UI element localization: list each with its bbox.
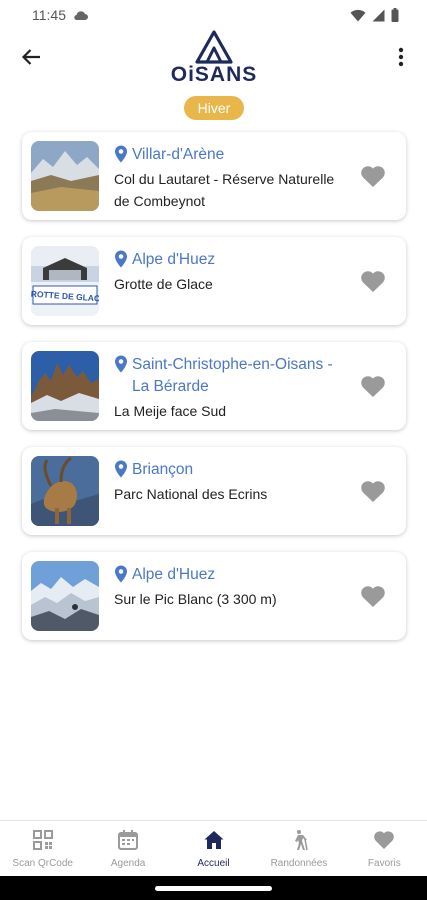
hiker-icon <box>294 830 308 851</box>
place-thumbnail <box>31 351 99 421</box>
nav-label: Scan QrCode <box>12 858 73 869</box>
nav-label: Favoris <box>367 858 401 869</box>
place-info: Villar-d'Arène Col du Lautaret - Réserve… <box>114 144 352 212</box>
nav-item-favoris[interactable]: Favoris <box>342 821 427 876</box>
status-left: 11:45 <box>32 7 88 23</box>
place-card[interactable]: Briançon Parc National des Ecrins <box>22 447 406 535</box>
location-pin-icon <box>115 355 127 373</box>
favorite-heart-icon[interactable] <box>360 374 386 398</box>
place-info: Alpe d'Huez Sur le Pic Blanc (3 300 m) <box>114 564 352 610</box>
home-icon <box>204 831 224 849</box>
location-pin-icon <box>115 145 127 163</box>
battery-icon <box>391 8 399 22</box>
favorite-heart-icon[interactable] <box>360 479 386 503</box>
nav-item-accueil[interactable]: Accueil <box>171 821 256 876</box>
back-button[interactable] <box>18 44 44 70</box>
wifi-icon <box>350 9 366 21</box>
qr-code-icon <box>32 830 53 850</box>
place-title: Sur le Pic Blanc (3 300 m) <box>114 591 277 607</box>
place-location[interactable]: Alpe d'Huez <box>132 249 215 271</box>
favorite-heart-icon[interactable] <box>360 269 386 293</box>
heart-icon <box>374 831 395 849</box>
place-card[interactable]: Saint-Christophe-en-Oisans - La Bérarde … <box>22 342 406 430</box>
place-thumbnail: GROTTE DE GLACE <box>31 246 99 316</box>
status-icons <box>350 8 399 22</box>
nav-item-randonnees[interactable]: Randonnées <box>256 821 341 876</box>
status-bar: 11:45 <box>0 0 427 30</box>
overflow-menu-button[interactable] <box>389 44 413 70</box>
place-location[interactable]: Alpe d'Huez <box>132 564 215 586</box>
place-title: La Meije face Sud <box>114 403 227 419</box>
bottom-navigation: Scan QrCode Agenda Accueil Randonnées Fa… <box>0 820 427 876</box>
system-navigation-bar <box>0 876 427 900</box>
mountain-logo-icon <box>195 30 233 64</box>
favorite-heart-icon[interactable] <box>360 584 386 608</box>
place-thumbnail <box>31 561 99 631</box>
location-pin-icon <box>115 460 127 478</box>
oisans-logo: OiSANS <box>170 30 258 90</box>
place-title: Grotte de Glace <box>114 276 213 292</box>
place-title: Parc National des Ecrins <box>114 486 268 502</box>
place-card[interactable]: Villar-d'Arène Col du Lautaret - Réserve… <box>22 132 406 220</box>
place-info: Alpe d'Huez Grotte de Glace <box>114 249 352 295</box>
more-vert-icon <box>398 47 404 67</box>
place-card[interactable]: Alpe d'Huez Sur le Pic Blanc (3 300 m) <box>22 552 406 640</box>
place-info: Saint-Christophe-en-Oisans - La Bérarde … <box>114 354 352 422</box>
place-info: Briançon Parc National des Ecrins <box>114 459 352 505</box>
app-header: OiSANS Hiver <box>0 30 427 125</box>
status-time: 11:45 <box>32 7 66 23</box>
location-pin-icon <box>115 565 127 583</box>
place-location[interactable]: Villar-d'Arène <box>132 144 224 166</box>
place-list: Villar-d'Arène Col du Lautaret - Réserve… <box>22 132 406 657</box>
nav-label: Accueil <box>197 858 230 869</box>
logo-text: OiSANS <box>170 63 258 86</box>
location-pin-icon <box>115 250 127 268</box>
place-thumbnail <box>31 141 99 211</box>
season-badge[interactable]: Hiver <box>184 96 244 120</box>
nav-label: Randonnées <box>270 858 328 869</box>
favorite-heart-icon[interactable] <box>360 164 386 188</box>
nav-label: Agenda <box>110 858 146 869</box>
calendar-icon <box>118 830 139 850</box>
home-gesture-handle[interactable] <box>155 886 272 891</box>
nav-item-agenda[interactable]: Agenda <box>85 821 170 876</box>
place-title: Col du Lautaret - Réserve Naturelle de C… <box>114 171 335 209</box>
place-location[interactable]: Briançon <box>132 459 193 481</box>
nav-item-scan-qrcode[interactable]: Scan QrCode <box>0 821 85 876</box>
place-location[interactable]: Saint-Christophe-en-Oisans - La Bérarde <box>132 354 352 398</box>
cloud-icon <box>74 10 88 20</box>
signal-icon <box>372 9 385 21</box>
place-card[interactable]: GROTTE DE GLACE Alpe d'Huez Grotte de Gl… <box>22 237 406 325</box>
arrow-left-icon <box>21 49 40 65</box>
place-thumbnail <box>31 456 99 526</box>
